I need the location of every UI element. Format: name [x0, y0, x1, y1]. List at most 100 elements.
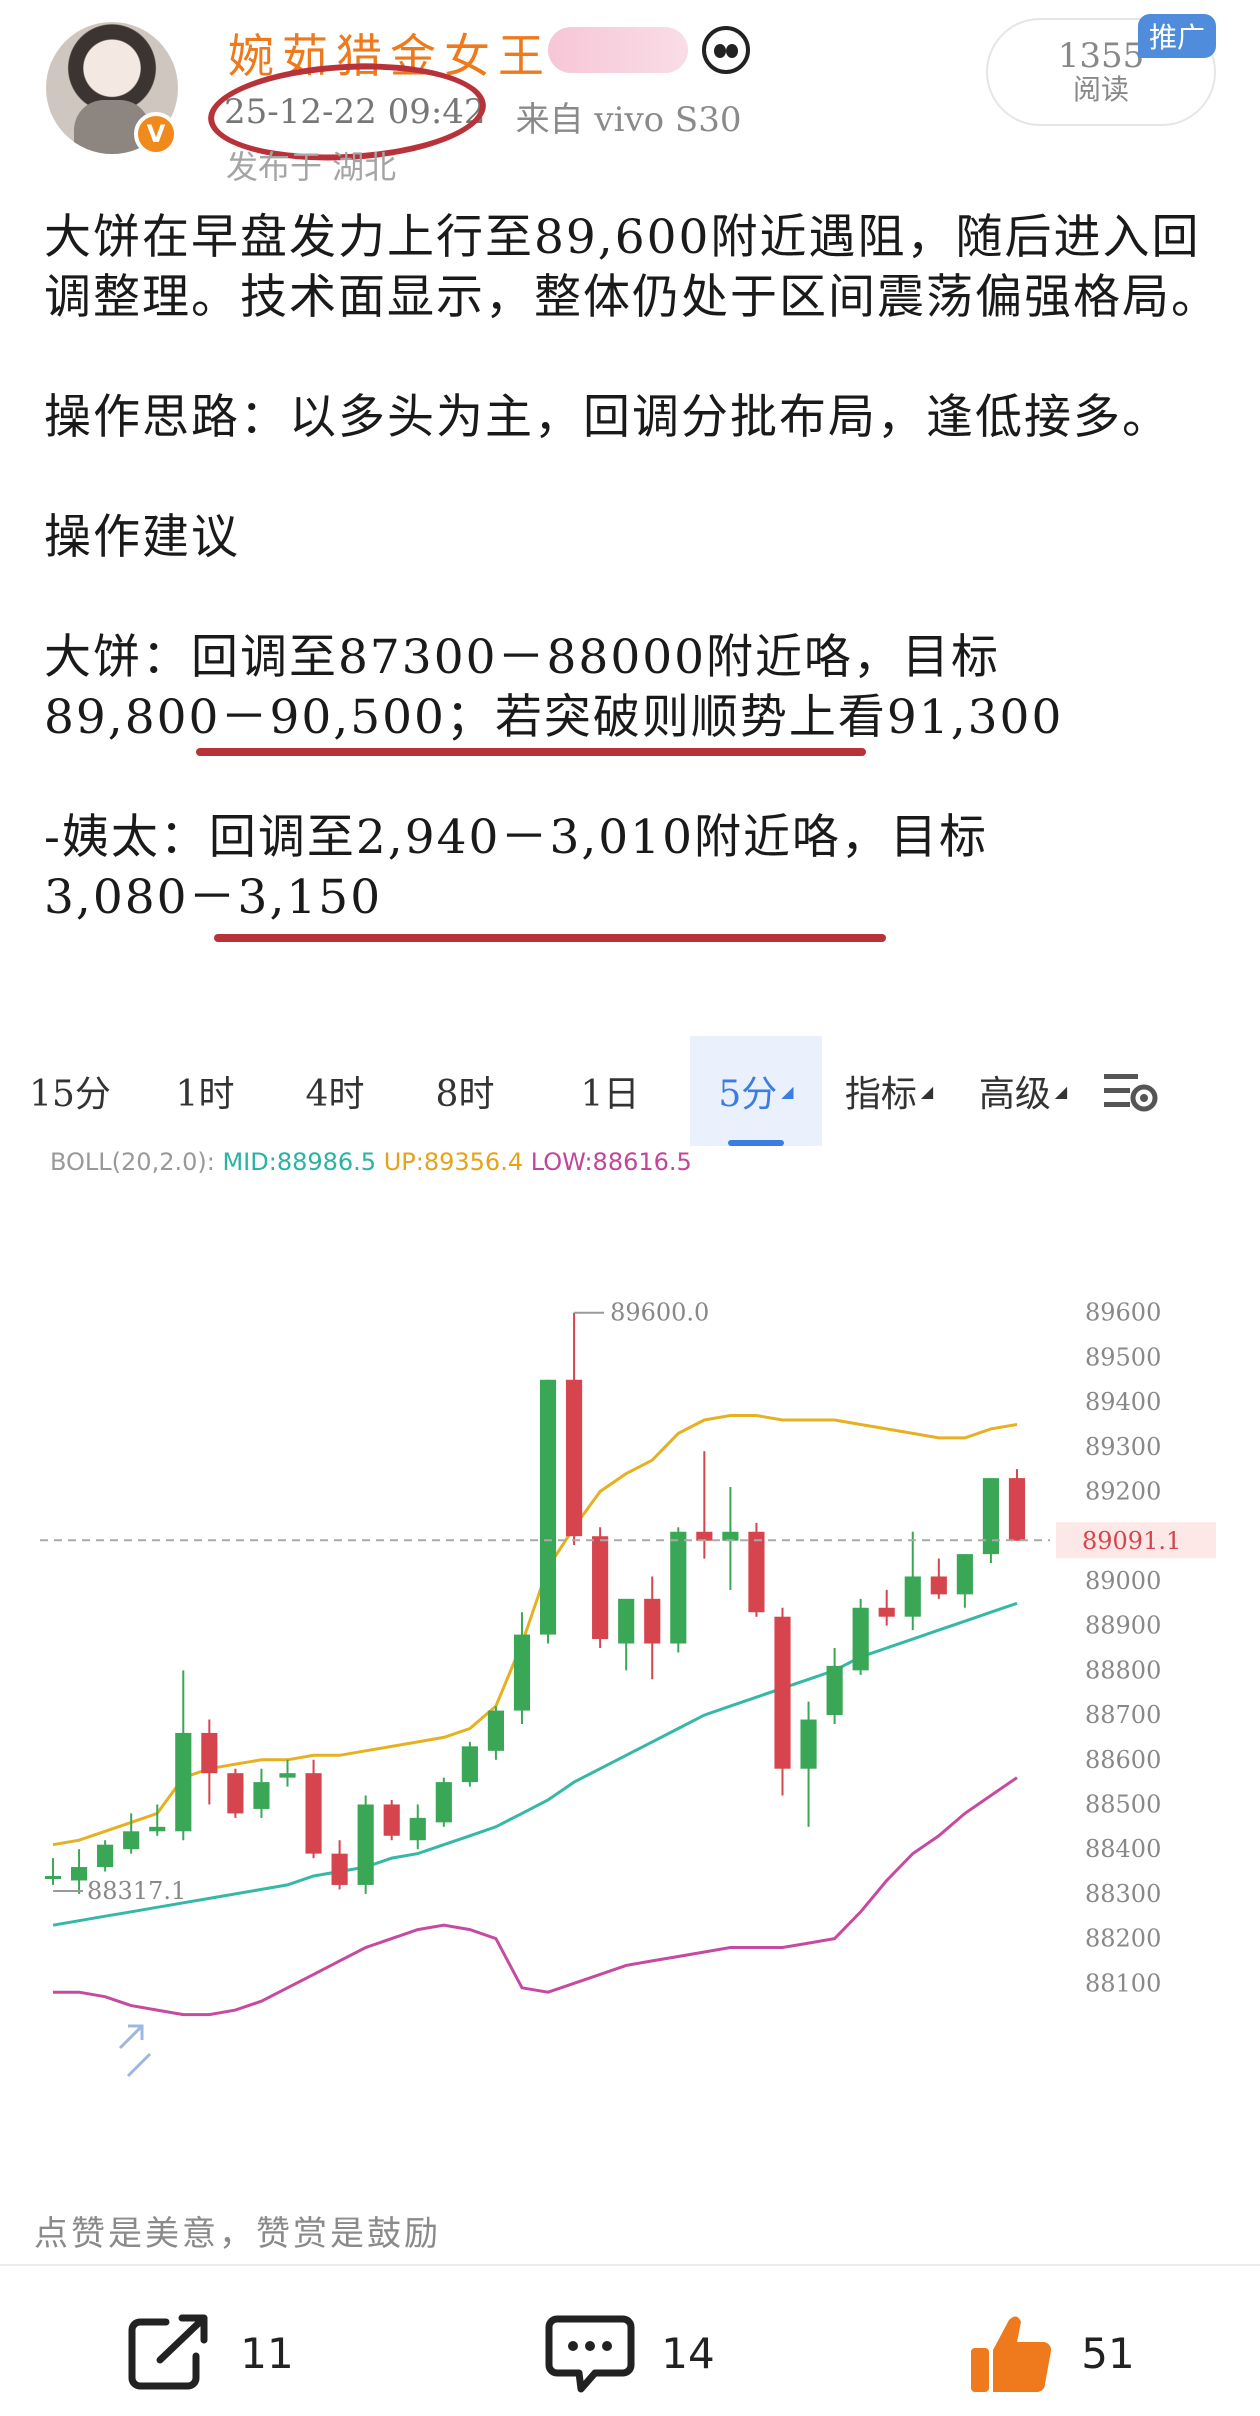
divider — [0, 2264, 1260, 2266]
read-label: 阅读 — [1072, 73, 1129, 106]
candle-body — [566, 1379, 583, 1537]
post-paragraph: 大饼在早盘发力上行至89,600附近遇阻，随后进入回调整理。技术面显示，整体仍处… — [44, 210, 1220, 325]
candle-body — [331, 1853, 348, 1885]
candle-body — [852, 1607, 869, 1671]
candle-body — [513, 1634, 531, 1711]
tab-5m[interactable]: 5分 ◢ — [690, 1036, 822, 1146]
share-icon — [128, 2314, 208, 2390]
candle-body — [487, 1710, 504, 1751]
tab-advanced[interactable]: 高级 ◢ — [956, 1036, 1090, 1146]
tab-indicators[interactable]: 指标 ◢ — [822, 1036, 956, 1146]
y-tick-label: 88500 — [1085, 1790, 1161, 1818]
promo-tag: 推广 — [1138, 14, 1216, 58]
chart-canvas[interactable]: 89600 89500 89400 89300 89200 89000 88900 88800… — [0, 1148, 1260, 2128]
y-tick-label: 88600 — [1085, 1746, 1161, 1774]
current-price-label: 89091.1 — [1082, 1527, 1181, 1555]
y-tick-label: 88400 — [1085, 1835, 1161, 1863]
candle-body — [253, 1782, 270, 1809]
y-tick-label: 89300 — [1085, 1433, 1161, 1461]
y-tick-label: 89600 — [1085, 1299, 1161, 1327]
post-source: 来自 vivo S30 — [515, 100, 742, 140]
candle-body — [97, 1844, 114, 1868]
candle-body — [201, 1732, 218, 1774]
repost-count: 11 — [240, 2328, 294, 2378]
candle-body — [670, 1531, 687, 1644]
eth-prefix: -姨太： — [44, 810, 209, 865]
comment-button[interactable]: 14 — [420, 2290, 840, 2416]
candle-body — [800, 1719, 817, 1769]
action-bar: 11 14 51 — [0, 2290, 1260, 2416]
candle-body — [878, 1607, 895, 1617]
price-chart[interactable]: BOLL(20,2.0): MID:88986.5 UP:89356.4 LOW… — [0, 1148, 1260, 2128]
tab-15m[interactable]: 15分 — [0, 1036, 140, 1146]
comment-icon — [545, 2315, 635, 2393]
user-badges — [548, 26, 750, 74]
btc-key-range: 回调至87300－88000附近咯 — [191, 630, 854, 685]
candle-body — [748, 1531, 765, 1613]
btc-prefix: 大饼： — [44, 630, 191, 685]
candle-body — [279, 1773, 296, 1778]
candle-body — [461, 1746, 478, 1783]
eth-underline-annotation — [214, 934, 886, 942]
tab-label: 指标 — [844, 1074, 917, 1115]
tab-1h[interactable]: 1时 — [140, 1036, 270, 1146]
y-tick-label: 88700 — [1085, 1701, 1161, 1729]
tab-1d[interactable]: 1日 — [530, 1036, 690, 1146]
dropdown-icon: ◢ — [920, 1081, 934, 1101]
post-header: V 婉茹猎金女王 25-12-22 09:42 来自 vivo S30 发布于 … — [0, 0, 1260, 200]
panda-icon — [702, 26, 750, 74]
tab-label: 15分 — [29, 1074, 111, 1115]
thumbs-up-icon — [971, 2316, 1052, 2392]
candle-body — [149, 1826, 166, 1832]
expand-icon — [118, 2024, 152, 2078]
post-body: 大饼在早盘发力上行至89,600附近遇阻，随后进入回调整理。技术面显示，整体仍处… — [44, 208, 1234, 988]
tab-label: 1日 — [580, 1074, 640, 1115]
repost-button[interactable]: 11 — [0, 2290, 420, 2416]
candle-body — [774, 1616, 791, 1769]
eth-advice: -姨太：回调至2,940－3,010附近咯，目标 3,080－3,150 — [44, 808, 1234, 928]
eth-key-range: 回调至2,940－3,010附近咯 — [208, 810, 841, 865]
post-paragraph: 操作思路：以多头为主，回调分批布局，逢低接多。 — [44, 390, 1171, 445]
candle-body — [227, 1773, 244, 1814]
pig-badge-icon — [548, 27, 688, 73]
like-button[interactable]: 51 — [840, 2290, 1260, 2416]
chart-tabs: 15分 1时 4时 8时 1日 5分 ◢ 指标 ◢ 高级 ◢ — [0, 1036, 1260, 1146]
candle-body — [383, 1804, 400, 1836]
y-tick-label: 89500 — [1085, 1343, 1161, 1371]
candle-body — [956, 1554, 973, 1595]
candle-body — [44, 1876, 62, 1879]
low-price-label: 88317.1 — [87, 1877, 186, 1905]
tab-label: 4时 — [305, 1074, 365, 1115]
boll-mid-line — [52, 1601, 1018, 1927]
btc-target-label: ，目标 — [853, 630, 1001, 685]
chart-settings-button[interactable] — [1090, 1036, 1170, 1146]
candle-body — [357, 1804, 374, 1885]
post-paragraph: 操作建议 — [44, 510, 240, 565]
candle-body — [305, 1773, 322, 1854]
y-tick-label: 89400 — [1085, 1388, 1161, 1416]
y-tick-label: 88200 — [1085, 1925, 1161, 1953]
verified-icon: V — [134, 112, 178, 156]
btc-underline-annotation — [196, 748, 866, 756]
high-price-label: 89600.0 — [610, 1299, 709, 1327]
candle-body — [982, 1478, 999, 1555]
eth-target-range: 3,080－3,150 — [44, 870, 383, 925]
btc-target-range: 89,800－90,500；若突破则顺势上看91,300 — [44, 690, 1064, 745]
y-tick-label: 88100 — [1085, 1969, 1161, 1997]
boll-lower-line — [53, 1776, 1018, 2017]
candle-body — [904, 1576, 921, 1617]
y-tick-label: 88900 — [1085, 1612, 1161, 1640]
footnote: 点赞是美意，赞赏是鼓励 — [34, 2214, 441, 2254]
tab-8h[interactable]: 8时 — [400, 1036, 530, 1146]
y-tick-label: 89200 — [1085, 1478, 1161, 1506]
tab-label: 8时 — [435, 1074, 495, 1115]
settings-icon — [1104, 1074, 1158, 1112]
boll-upper-line — [52, 1414, 1018, 1847]
like-count: 51 — [1081, 2328, 1135, 2378]
y-tick-label: 88800 — [1085, 1656, 1161, 1684]
candle-body — [123, 1831, 140, 1850]
candle-body — [644, 1598, 661, 1644]
dropdown-icon: ◢ — [1054, 1081, 1068, 1101]
tab-4h[interactable]: 4时 — [270, 1036, 400, 1146]
candle-body — [618, 1598, 635, 1644]
